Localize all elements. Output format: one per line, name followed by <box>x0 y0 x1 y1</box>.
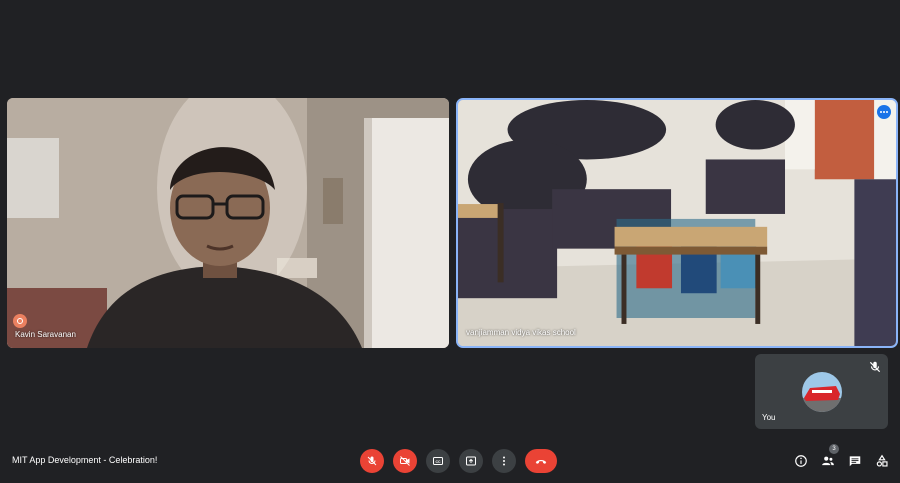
participant-name-label: Kavin Saravanan <box>15 330 76 339</box>
chat-icon <box>849 456 861 467</box>
captions-icon: CC <box>433 457 443 465</box>
chat-button[interactable] <box>847 449 863 473</box>
activities-icon <box>876 454 888 467</box>
camera-off-icon <box>400 456 410 466</box>
present-button[interactable] <box>459 449 483 473</box>
participant-video <box>458 100 896 346</box>
hangup-button[interactable] <box>525 449 557 473</box>
info-icon <box>795 455 807 467</box>
self-name-label: You <box>762 413 776 422</box>
camera-toggle-button[interactable] <box>393 449 417 473</box>
present-icon <box>466 456 476 466</box>
more-options-button[interactable] <box>492 449 516 473</box>
mic-off-icon <box>367 456 377 466</box>
meeting-info-button[interactable] <box>793 449 809 473</box>
activities-button[interactable] <box>874 449 890 473</box>
meeting-title: MIT App Development - Celebration! <box>12 455 158 465</box>
participant-tile-left[interactable]: Kavin Saravanan <box>7 98 449 348</box>
participant-pin-icon <box>13 314 27 328</box>
people-button[interactable]: 3 <box>820 444 839 473</box>
participant-video <box>7 98 449 348</box>
call-controls: CC <box>360 449 557 473</box>
self-view-tile[interactable]: You <box>755 354 888 429</box>
captions-text: CC <box>435 460 441 464</box>
mic-muted-icon <box>868 360 882 374</box>
avatar <box>802 372 842 412</box>
participant-count-badge: 3 <box>829 444 839 454</box>
more-vert-icon <box>503 456 505 466</box>
hangup-icon <box>535 459 547 464</box>
mic-toggle-button[interactable] <box>360 449 384 473</box>
tile-options-button[interactable] <box>877 105 891 119</box>
captions-button[interactable]: CC <box>426 449 450 473</box>
people-icon <box>822 456 834 466</box>
participant-tile-right[interactable]: vanjiamman vidya vikas school <box>456 98 898 348</box>
participant-name-label: vanjiamman vidya vikas school <box>466 328 576 337</box>
side-controls: 3 <box>793 444 890 473</box>
